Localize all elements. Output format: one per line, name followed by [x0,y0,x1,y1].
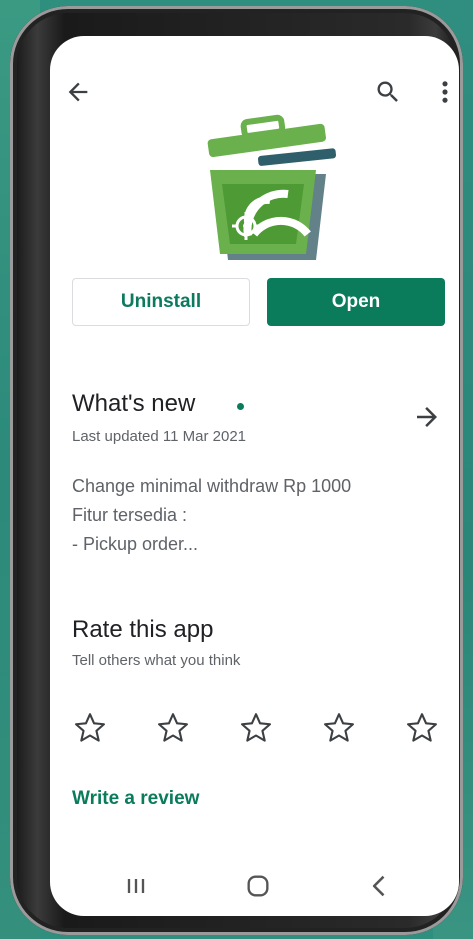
status-bar [50,36,459,48]
new-indicator-dot [237,403,244,410]
app-screen: Uninstall Open What's new Last updated 1… [50,36,459,916]
recent-apps-icon[interactable] [122,872,150,900]
system-nav-bar [50,864,459,908]
home-icon[interactable] [244,872,272,900]
last-updated-text: Last updated 11 Mar 2021 [72,428,247,445]
rate-app-subtitle: Tell others what you think [72,652,241,669]
star-1-icon[interactable] [72,710,108,746]
release-note-line: - Pickup order... [72,534,199,554]
star-3-icon[interactable] [238,710,274,746]
release-note-line: Fitur tersedia : [72,505,188,525]
arrow-back-icon[interactable] [64,78,92,106]
search-icon[interactable] [374,78,402,106]
open-button[interactable]: Open [267,278,445,326]
write-review-link[interactable]: Write a review [72,788,199,810]
phone-frame: Uninstall Open What's new Last updated 1… [10,6,463,935]
release-notes: Change minimal withdraw Rp 1000 Fitur te… [72,472,351,559]
star-rating [72,710,444,748]
arrow-forward-icon[interactable] [412,402,442,432]
more-vertical-icon[interactable] [438,78,452,106]
uninstall-button[interactable]: Uninstall [72,278,250,326]
whats-new-title[interactable]: What's new [72,390,195,418]
star-2-icon[interactable] [155,710,191,746]
release-note-line: Change minimal withdraw Rp 1000 [72,476,352,496]
trash-bin-wifi-logo [207,114,337,260]
star-4-icon[interactable] [321,710,357,746]
rate-app-title: Rate this app [72,616,214,643]
star-5-icon[interactable] [404,710,440,746]
back-icon[interactable] [366,872,394,900]
